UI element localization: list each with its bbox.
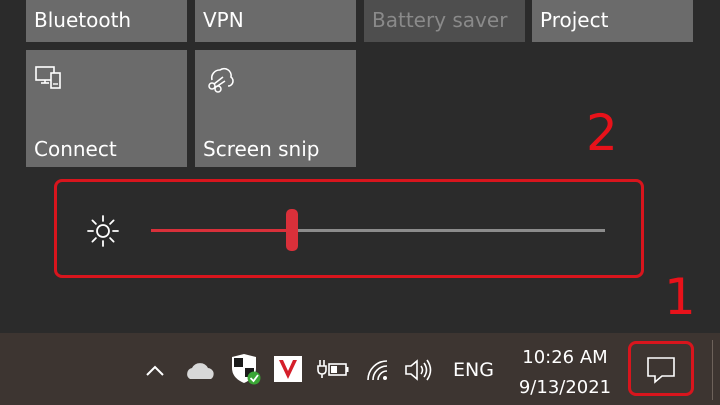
tile-label: Connect bbox=[34, 137, 117, 161]
windows-security-shield-icon[interactable] bbox=[228, 352, 262, 390]
clock-date: 9/13/2021 bbox=[518, 377, 612, 398]
brightness-sun-icon bbox=[86, 214, 120, 252]
annotation-number-2: 2 bbox=[586, 104, 618, 162]
tile-label: Battery saver bbox=[372, 8, 508, 32]
power-battery-icon[interactable] bbox=[316, 357, 350, 385]
wifi-icon[interactable] bbox=[365, 358, 393, 386]
tile-connect[interactable]: Connect bbox=[26, 50, 187, 167]
clock-time: 10:26 AM bbox=[522, 347, 608, 368]
tile-label: Screen snip bbox=[203, 137, 320, 161]
connect-icon bbox=[34, 64, 64, 96]
tile-vpn[interactable]: VPN bbox=[195, 0, 356, 42]
brightness-slider-thumb[interactable] bbox=[285, 209, 298, 251]
tile-battery-saver[interactable]: Battery saver bbox=[364, 0, 525, 42]
volume-icon[interactable] bbox=[404, 358, 436, 386]
brightness-slider-fill bbox=[151, 229, 292, 232]
antivirus-v-icon[interactable] bbox=[273, 355, 303, 387]
language-indicator[interactable]: ENG bbox=[453, 359, 494, 381]
taskbar-clock[interactable]: 10:26 AM 9/13/2021 bbox=[509, 343, 621, 403]
annotation-number-1: 1 bbox=[664, 268, 696, 326]
action-center-icon[interactable] bbox=[646, 356, 676, 388]
screen-snip-icon bbox=[203, 64, 235, 98]
onedrive-cloud-icon[interactable] bbox=[184, 360, 218, 386]
tile-label: Bluetooth bbox=[34, 8, 132, 32]
show-desktop-divider[interactable] bbox=[712, 340, 713, 400]
tile-bluetooth[interactable]: Bluetooth bbox=[26, 0, 187, 42]
tile-label: VPN bbox=[203, 8, 244, 32]
tile-screen-snip[interactable]: Screen snip bbox=[195, 50, 356, 167]
chevron-up-icon[interactable] bbox=[144, 360, 166, 384]
tile-label: Project bbox=[540, 8, 609, 32]
tile-project[interactable]: Project bbox=[532, 0, 693, 42]
brightness-slider[interactable] bbox=[151, 209, 605, 251]
